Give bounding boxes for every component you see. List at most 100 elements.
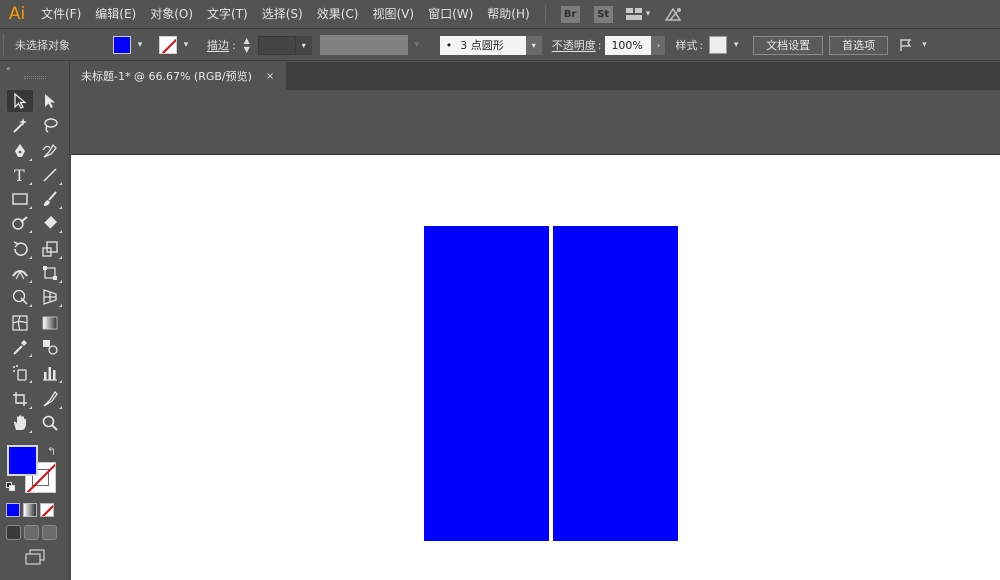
brush-dot-icon: • — [445, 38, 453, 52]
arrange-chevron-down-icon[interactable]: ▾ — [922, 40, 927, 50]
brush-definition-value: 3 点圆形 — [460, 39, 504, 52]
artboard-tool-icon[interactable] — [7, 388, 33, 410]
brush-definition-field[interactable]: • 3 点圆形 — [439, 35, 526, 55]
draw-inside-icon[interactable] — [42, 525, 57, 540]
fill-color-box[interactable] — [7, 445, 38, 476]
stroke-weight-dropdown-icon[interactable]: ▾ — [295, 35, 312, 55]
stroke-color-swatch[interactable] — [159, 36, 177, 54]
free-transform-tool-icon[interactable] — [37, 262, 63, 284]
lasso-tool-icon[interactable] — [37, 114, 63, 136]
stroke-dropdown-chevron-icon[interactable]: ▾ — [179, 36, 193, 54]
blue-rectangle-right[interactable] — [553, 226, 678, 541]
menu-window[interactable]: 窗口(W) — [421, 0, 480, 29]
menu-select[interactable]: 选择(S) — [255, 0, 310, 29]
shape-builder-tool-icon[interactable] — [7, 286, 33, 308]
style-label-colon: : — [699, 38, 704, 52]
curvature-tool-icon[interactable] — [37, 140, 63, 162]
tools-grip[interactable] — [23, 76, 46, 79]
rotate-tool-icon[interactable] — [7, 238, 33, 260]
perspective-grid-tool-icon[interactable] — [37, 286, 63, 308]
screen-mode-icon[interactable] — [24, 549, 46, 565]
menu-effect[interactable]: 效果(C) — [310, 0, 366, 29]
illustrator-logo: Ai — [8, 4, 26, 24]
tools-panel: « T ↰ — [0, 62, 70, 580]
color-mode-icon[interactable] — [6, 503, 20, 517]
style-label: 样式 — [675, 39, 698, 52]
line-segment-tool-icon[interactable] — [37, 164, 63, 186]
rectangle-tool-icon[interactable] — [7, 188, 33, 210]
gpu-performance-icon[interactable] — [664, 6, 684, 22]
paintbrush-tool-icon[interactable] — [37, 188, 63, 210]
draw-normal-icon[interactable] — [6, 525, 21, 540]
symbol-sprayer-tool-icon[interactable] — [7, 362, 33, 384]
menu-type[interactable]: 文字(T) — [200, 0, 255, 29]
menu-bar: Ai 文件(F) 编辑(E) 对象(O) 文字(T) 选择(S) 效果(C) 视… — [0, 0, 1000, 29]
chevron-down-icon: ▾ — [645, 9, 651, 19]
menu-view[interactable]: 视图(V) — [365, 0, 421, 29]
style-dropdown-icon[interactable]: ▾ — [729, 36, 743, 54]
fill-dropdown-chevron-icon[interactable]: ▾ — [133, 36, 147, 54]
default-fill-stroke-icon[interactable] — [6, 482, 16, 492]
zoom-tool-icon[interactable] — [37, 412, 63, 434]
artboard[interactable] — [71, 154, 1000, 580]
close-tab-icon[interactable]: × — [266, 71, 274, 82]
stroke-label[interactable]: 描边 — [207, 37, 229, 53]
variable-width-profile[interactable] — [319, 35, 408, 55]
opacity-value: 100% — [611, 38, 643, 52]
type-tool-icon[interactable]: T — [7, 164, 33, 186]
document-tab[interactable]: 未标题-1* @ 66.67% (RGB/预览) × — [71, 62, 286, 90]
blue-rectangle-left[interactable] — [424, 226, 549, 541]
eraser-tool-icon[interactable] — [37, 212, 63, 234]
direct-selection-tool-icon[interactable] — [37, 90, 63, 112]
document-tab-title: 未标题-1* @ 66.67% (RGB/预览) — [81, 70, 252, 83]
arrange-documents-icon[interactable] — [898, 37, 918, 53]
column-graph-tool-icon[interactable] — [37, 362, 63, 384]
magic-wand-tool-icon[interactable] — [7, 114, 33, 136]
swap-fill-stroke-icon[interactable]: ↰ — [47, 445, 56, 458]
stroke-label-colon: : — [232, 38, 236, 52]
document-setup-button[interactable]: 文档设置 — [753, 35, 824, 55]
mesh-tool-icon[interactable] — [7, 312, 33, 334]
scale-tool-icon[interactable] — [37, 238, 63, 260]
none-mode-icon[interactable] — [40, 503, 54, 517]
profile-dropdown-icon[interactable]: ▾ — [410, 36, 424, 54]
stroke-weight-stepper[interactable]: ▲ ▼ — [240, 35, 254, 55]
opacity-label[interactable]: 不透明度 — [552, 37, 596, 53]
selection-status: 未选择对象 — [15, 39, 70, 52]
slice-tool-icon[interactable] — [37, 388, 63, 410]
pasteboard[interactable] — [71, 90, 1000, 154]
color-mode-row — [6, 503, 54, 517]
shaper-tool-icon[interactable] — [7, 212, 33, 234]
eyedropper-tool-icon[interactable] — [7, 336, 33, 358]
stroke-weight-field[interactable] — [257, 35, 296, 55]
control-bar: 未选择对象 ▾ ▾ 描边 : ▲ ▼ ▾ ▾ • 3 点圆形 ▾ 不透明度 : 1… — [0, 30, 1000, 61]
blend-tool-icon[interactable] — [37, 336, 63, 358]
graphic-style-swatch[interactable] — [709, 36, 728, 54]
menu-object[interactable]: 对象(O) — [143, 0, 200, 29]
svg-text:T: T — [14, 166, 25, 184]
gradient-mode-icon[interactable] — [23, 503, 37, 517]
opacity-label-colon: : — [597, 38, 602, 52]
brush-dropdown-icon[interactable]: ▾ — [525, 35, 542, 55]
menu-help[interactable]: 帮助(H) — [480, 0, 536, 29]
width-tool-icon[interactable] — [7, 262, 33, 284]
bridge-button[interactable]: Br — [560, 5, 580, 23]
opacity-field[interactable]: 100% — [605, 35, 652, 55]
workspace-switcher[interactable]: ▾ — [625, 8, 651, 20]
pen-tool-icon[interactable] — [7, 140, 33, 162]
menu-edit[interactable]: 编辑(E) — [88, 0, 143, 29]
menu-file[interactable]: 文件(F) — [34, 0, 88, 29]
draw-behind-icon[interactable] — [24, 525, 39, 540]
hand-tool-icon[interactable] — [7, 412, 33, 434]
gradient-tool-icon[interactable] — [37, 312, 63, 334]
selection-tool-icon[interactable] — [7, 90, 33, 112]
opacity-chevron-right-icon[interactable]: › — [651, 35, 666, 55]
preferences-button[interactable]: 首选项 — [829, 35, 889, 55]
collapse-panel-icon[interactable]: « — [0, 62, 69, 74]
document-tab-bar: 未标题-1* @ 66.67% (RGB/预览) × — [71, 62, 1000, 90]
fill-color-swatch[interactable] — [113, 36, 131, 54]
workspace-grid-icon — [625, 8, 642, 20]
stock-button[interactable]: St — [593, 5, 613, 23]
draw-mode-row — [6, 525, 57, 540]
menu-divider — [544, 5, 546, 23]
